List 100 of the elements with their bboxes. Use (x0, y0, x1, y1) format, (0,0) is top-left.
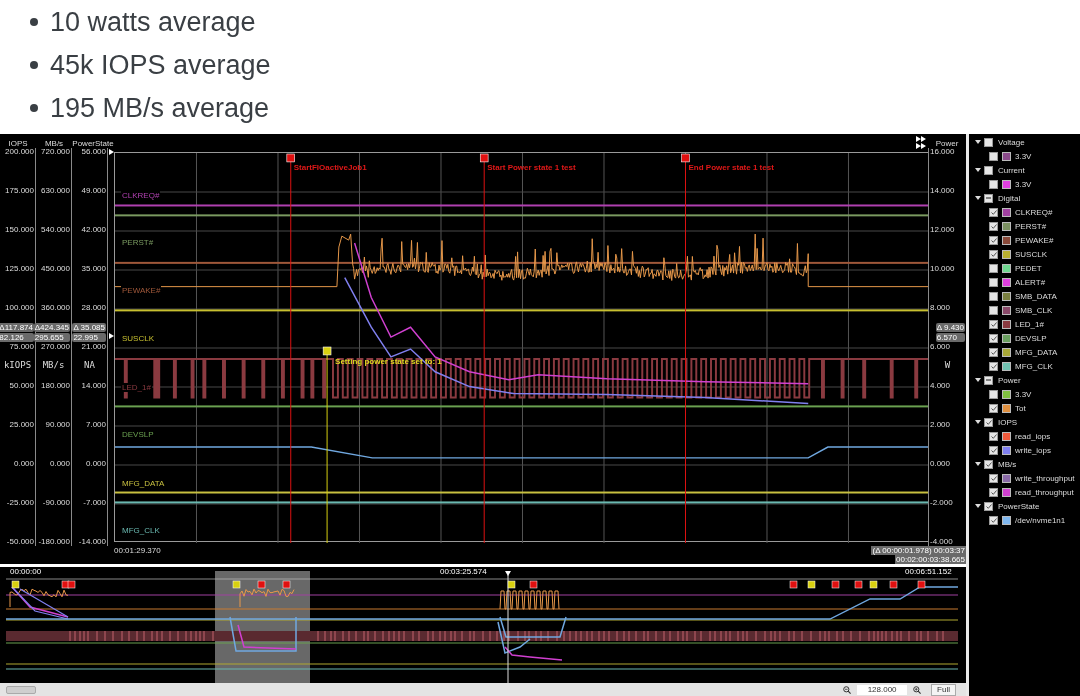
fast-forward-icon[interactable] (916, 143, 926, 149)
checkmark-icon (990, 335, 997, 341)
legend-item-label: SMB_DATA (1015, 291, 1057, 301)
axis-tick-label: 720.000 (41, 148, 70, 156)
legend-item-label: PEDET (1015, 263, 1042, 273)
checkbox[interactable] (984, 193, 993, 203)
axis-title: PowerState (72, 139, 114, 148)
axis-tick-label: 0.000 (85, 460, 106, 468)
full-button[interactable]: Full (931, 683, 956, 696)
checkbox[interactable] (989, 473, 998, 483)
checkbox[interactable] (984, 459, 993, 469)
axis-tick-label: 0.000 (930, 460, 951, 468)
cursor-readout: Δ424.345 (33, 323, 70, 332)
axis-tick-label: 0.000 (13, 460, 34, 468)
checkbox[interactable] (989, 277, 998, 287)
legend-item-label: 3.3V (1015, 179, 1032, 189)
legend-item-label: write_iops (1015, 445, 1051, 455)
checkbox[interactable] (989, 389, 998, 399)
collapse-caret-icon[interactable] (975, 503, 981, 509)
signal-label: DEVSLP (121, 430, 155, 440)
event-marker[interactable] (286, 153, 295, 543)
collapse-caret-icon[interactable] (975, 167, 981, 173)
axis-tick-label: 16.000 (930, 148, 955, 156)
axis-tick-label: 35.000 (81, 265, 106, 273)
event-marker[interactable] (479, 153, 489, 543)
checkmark-icon (990, 209, 997, 215)
event-label: StartFIOactiveJob1 (293, 163, 367, 172)
axis-title: IOPS (8, 139, 28, 148)
axis-title: MB/s (44, 139, 64, 148)
axis-tick-label: 450.000 (41, 265, 70, 273)
axis-tick-label: 630.000 (41, 187, 70, 195)
axis-tick-label: 175.000 (5, 187, 34, 195)
event-marker[interactable] (681, 153, 690, 543)
checkbox[interactable] (989, 487, 998, 497)
bullet-text: 10 watts average (50, 5, 256, 38)
fast-forward-icon[interactable] (916, 136, 926, 142)
legend-item-label: LED_1# (1015, 319, 1044, 329)
axis-tick-label: 4.000 (930, 382, 951, 390)
checkbox[interactable] (989, 333, 998, 343)
event-marker[interactable] (322, 346, 332, 543)
checkbox[interactable] (989, 445, 998, 455)
checkbox[interactable] (989, 431, 998, 441)
checkbox[interactable] (989, 221, 998, 231)
legend-item-label: CLKREQ# (1015, 207, 1053, 217)
axis-tick-label: 0.000 (49, 460, 70, 468)
event-label: End Power state 1 test (688, 163, 774, 172)
axis-tick-label: -2.000 (930, 499, 953, 507)
checkbox[interactable] (989, 151, 998, 161)
legend-item-label: read_throughput (1015, 487, 1074, 497)
checkmark-icon (990, 489, 997, 495)
checkbox[interactable] (989, 291, 998, 301)
checkbox[interactable] (989, 263, 998, 273)
legend-item-label: ALERT# (1015, 277, 1046, 287)
checkbox[interactable] (989, 235, 998, 245)
axis-tick-label: 90.000 (45, 421, 70, 429)
cursor-marker-icon[interactable] (109, 149, 114, 155)
cursor-readout: Δ 35.085 (72, 323, 106, 332)
legend-group-label: Digital (998, 193, 1021, 203)
axis-tick-label: 270.000 (41, 343, 70, 351)
axis-tick-label: 180.000 (41, 382, 70, 390)
bullet-icon (30, 60, 38, 69)
legend-item-label: 3.3V (1015, 389, 1032, 399)
checkbox[interactable] (989, 515, 998, 525)
checkbox[interactable] (984, 417, 993, 427)
bullet-text: 195 MB/s average (50, 91, 270, 124)
signal-label: SUSCLK (121, 334, 155, 344)
collapse-caret-icon[interactable] (975, 195, 981, 201)
zoom-level-field[interactable]: 128.000 (857, 684, 908, 695)
checkbox[interactable] (989, 361, 998, 371)
checkbox[interactable] (989, 347, 998, 357)
legend-item-label: SMB_CLK (1015, 305, 1053, 315)
checkbox[interactable] (989, 305, 998, 315)
checkbox[interactable] (984, 501, 993, 511)
checkbox[interactable] (989, 403, 998, 413)
axis-unit-label: W (943, 360, 952, 370)
checkbox[interactable] (989, 249, 998, 259)
checkbox[interactable] (984, 165, 993, 175)
checkbox[interactable] (989, 179, 998, 189)
zoom-out-icon[interactable] (843, 685, 852, 694)
scrollbar-thumb[interactable] (6, 685, 36, 694)
axis-tick-label: 14.000 (81, 382, 106, 390)
checkmark-icon (990, 475, 997, 481)
collapse-caret-icon[interactable] (975, 377, 981, 383)
axis-title: Power (935, 139, 959, 148)
checkbox[interactable] (989, 319, 998, 329)
checkbox[interactable] (989, 207, 998, 217)
axis-unit-label: NA (83, 360, 96, 370)
collapse-caret-icon[interactable] (975, 419, 981, 425)
cursor-marker-icon[interactable] (109, 333, 114, 339)
checkbox[interactable] (984, 137, 993, 147)
axis-tick-label: 540.000 (41, 226, 70, 234)
axis-tick-label: 8.000 (930, 304, 951, 312)
collapse-caret-icon[interactable] (975, 461, 981, 467)
collapse-caret-icon[interactable] (975, 139, 981, 145)
legend-item-label: read_iops (1015, 431, 1051, 441)
zoom-in-icon[interactable] (913, 685, 922, 694)
legend-item-label: Tot (1015, 403, 1026, 413)
cursor-readout: 6.570 (935, 333, 965, 342)
checkbox[interactable] (984, 375, 993, 385)
cursor-readout: 295.655 (33, 333, 70, 342)
